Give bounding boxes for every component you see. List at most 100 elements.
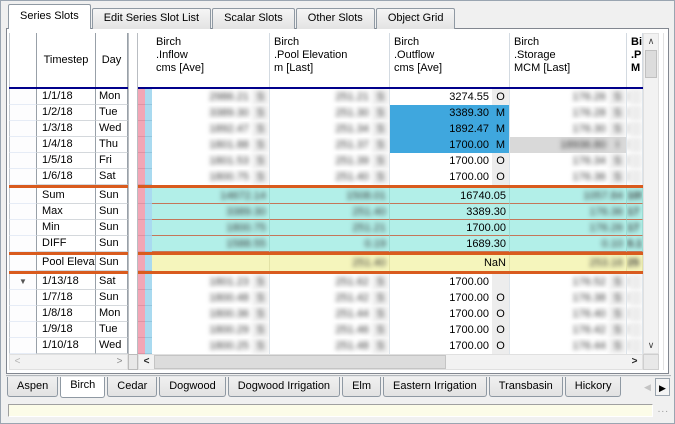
object-tab-dogwood[interactable]: Dogwood <box>159 377 225 397</box>
grid-cell[interactable]: 176.36S <box>510 169 627 185</box>
grid-cell[interactable]: 251.21S <box>270 89 390 105</box>
column-header-birch-pool-elevation-m-last-[interactable]: Birch.Pool Elevationm [Last] <box>270 33 390 87</box>
timestep-column-header[interactable]: Timestep <box>37 33 96 87</box>
vertical-scrollbar[interactable]: ∧ ∨ <box>643 33 659 354</box>
object-tab-hickory[interactable]: Hickory <box>565 377 622 397</box>
column-header-birch-storage-mcm-last-[interactable]: Birch.StorageMCM [Last] <box>510 33 627 87</box>
object-tab-dogwood-irrigation[interactable]: Dogwood Irrigation <box>228 377 340 397</box>
scroll-left-icon[interactable]: < <box>139 355 154 369</box>
grid-cell[interactable]: 1801.53S <box>152 153 270 169</box>
day-cell[interactable]: Fri <box>96 153 128 169</box>
grid-cell[interactable]: 251.30S <box>270 105 390 121</box>
column-header-birch-inflow-cms-ave-[interactable]: Birch.Inflowcms [Ave] <box>152 33 270 87</box>
grid-cell[interactable]: 251.40S <box>270 169 390 185</box>
left-pane-hscrollbar[interactable]: < > <box>9 354 128 370</box>
grid-cell[interactable]: 251.37S <box>270 137 390 153</box>
row-marker-cell[interactable] <box>9 169 37 185</box>
day-column-header[interactable]: Day <box>96 33 128 87</box>
day-cell[interactable]: Wed <box>96 121 128 137</box>
grid-cell[interactable]: 1700.00O <box>390 169 510 185</box>
scroll-down-icon[interactable]: ∨ <box>644 338 658 353</box>
day-cell[interactable]: Tue <box>96 322 128 338</box>
grid-cell[interactable]: 176.2 <box>627 89 643 105</box>
size-grip[interactable]: ... <box>658 405 669 415</box>
object-tab-birch[interactable]: Birch <box>60 377 105 398</box>
grid-cell[interactable]: 1800.75S <box>152 169 270 185</box>
tab-series-slots[interactable]: Series Slots <box>8 4 91 29</box>
row-marker-cell[interactable] <box>9 338 37 354</box>
grid-cell[interactable]: 176.34S <box>510 153 627 169</box>
timestep-cell[interactable]: Min <box>37 220 96 236</box>
grid-cell[interactable]: 25 <box>627 255 643 271</box>
day-cell[interactable]: Sun <box>96 204 128 220</box>
grid-cell[interactable]: 0.10 <box>510 236 627 252</box>
timestep-cell[interactable]: 1/3/18 <box>37 121 96 137</box>
grid-cell[interactable]: 176.38S <box>510 290 627 306</box>
grid-cell[interactable]: 251.34S <box>270 121 390 137</box>
grid-cell[interactable]: 105 <box>627 188 643 204</box>
row-marker-cell[interactable] <box>9 105 37 121</box>
grid-cell[interactable]: 176.26 <box>510 220 627 236</box>
grid-cell[interactable]: 17.6 <box>627 274 643 290</box>
grid-cell[interactable]: NaN <box>390 255 510 271</box>
grid-cell[interactable]: 1700.00O <box>390 322 510 338</box>
grid-cell[interactable]: 176.28S <box>510 105 627 121</box>
grid-cell[interactable]: 176.3 <box>627 137 643 153</box>
grid-cell[interactable]: 251.46S <box>270 322 390 338</box>
grid-cell[interactable]: 176.40S <box>510 306 627 322</box>
scroll-up-icon[interactable]: ∧ <box>644 34 658 49</box>
day-cell[interactable]: Sun <box>96 188 128 204</box>
day-cell[interactable]: Sat <box>96 169 128 185</box>
grid-cell[interactable]: 176.30S <box>510 121 627 137</box>
column-header-bi-p-m[interactable]: Bi.PM <box>627 33 643 87</box>
grid-cell[interactable]: 1689.30 <box>390 236 510 252</box>
timestep-cell[interactable]: 1/8/18 <box>37 306 96 322</box>
grid-cell[interactable]: 176.3 <box>627 121 643 137</box>
grid-cell[interactable]: 176.36 <box>510 204 627 220</box>
tab-scalar-slots[interactable]: Scalar Slots <box>212 8 295 29</box>
timestep-cell[interactable]: 1/6/18 <box>37 169 96 185</box>
main-hscrollbar[interactable]: < > <box>138 354 643 370</box>
grid-cell[interactable]: 1800.75 <box>152 220 270 236</box>
timestep-cell[interactable]: Sum <box>37 188 96 204</box>
grid-cell[interactable]: 3274.55O <box>390 89 510 105</box>
grid-cell[interactable]: 1700.00O <box>390 153 510 169</box>
grid-cell[interactable]: 251.40 <box>270 255 390 271</box>
grid-cell[interactable]: 176.42S <box>510 322 627 338</box>
tab-scroll-prev-icon[interactable]: ◀ <box>640 378 655 396</box>
grid-cell[interactable]: 17.6 <box>627 290 643 306</box>
day-cell[interactable]: Sat <box>96 274 128 290</box>
grid-cell[interactable]: 17.6 <box>627 338 643 354</box>
grid-cell[interactable]: 1700.00O <box>390 306 510 322</box>
grid-cell[interactable]: 3389.30S <box>152 105 270 121</box>
splitter-adjust-box[interactable] <box>128 354 138 370</box>
grid-cell[interactable]: 1588.55 <box>152 236 270 252</box>
grid-cell[interactable]: 176.44S <box>510 338 627 354</box>
grid-cell[interactable]: 1800.29S <box>152 322 270 338</box>
timestep-cell[interactable]: Max <box>37 204 96 220</box>
row-marker-cell[interactable] <box>9 153 37 169</box>
grid-cell[interactable]: 251.62S <box>270 274 390 290</box>
row-marker-cell[interactable] <box>9 322 37 338</box>
grid-cell[interactable]: 251.48S <box>270 338 390 354</box>
day-cell[interactable]: Tue <box>96 105 128 121</box>
scroll-right-icon[interactable]: > <box>112 355 127 369</box>
day-cell[interactable]: Mon <box>96 89 128 105</box>
main-hscroll-track[interactable] <box>446 355 627 369</box>
object-tab-transbasin[interactable]: Transbasin <box>489 377 563 397</box>
timestep-cell[interactable]: 1/9/18 <box>37 322 96 338</box>
day-cell[interactable]: Wed <box>96 338 128 354</box>
grid-cell[interactable]: 1700.00 <box>390 220 510 236</box>
grid-cell[interactable]: 3389.30 <box>390 204 510 220</box>
day-cell[interactable]: Thu <box>96 137 128 153</box>
vertical-scrollbar-thumb[interactable] <box>645 50 657 78</box>
timestep-cell[interactable]: 1/5/18 <box>37 153 96 169</box>
row-marker-cell[interactable]: ▼ <box>9 274 37 290</box>
grid-cell[interactable]: 251.42S <box>270 290 390 306</box>
grid-cell[interactable]: 251.40 <box>270 204 390 220</box>
timestep-cell[interactable]: 1/2/18 <box>37 105 96 121</box>
row-marker-cell[interactable] <box>9 236 37 252</box>
grid-cell[interactable]: 1800.25S <box>152 338 270 354</box>
grid-cell[interactable]: 17.6 <box>627 306 643 322</box>
timestep-cell[interactable]: 1/10/18 <box>37 338 96 354</box>
